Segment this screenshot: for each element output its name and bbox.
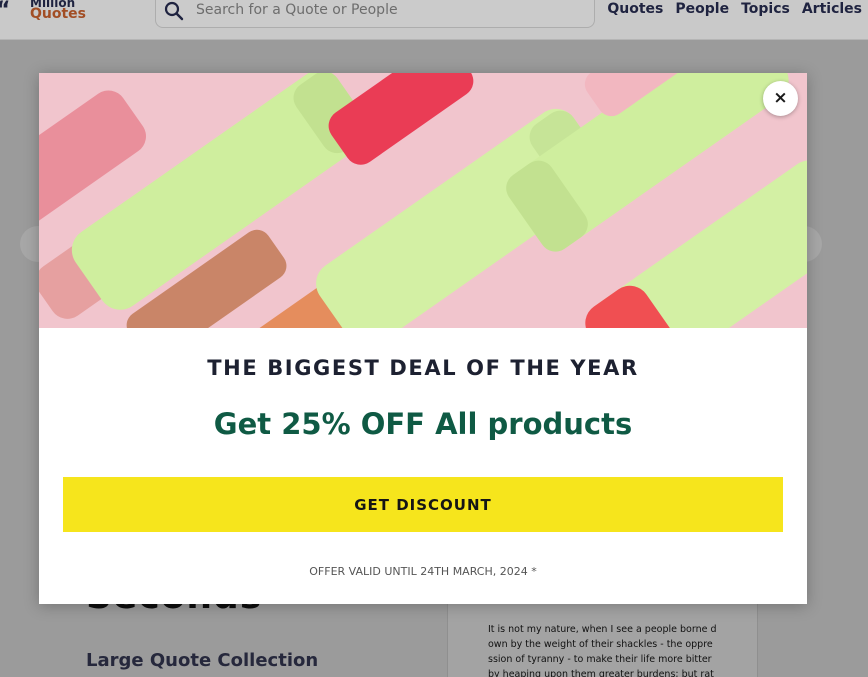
quote-card-text: It is not my nature, when I see a people…: [488, 624, 717, 677]
discount-title: Get 25% OFF All products: [213, 407, 633, 441]
main-nav: Quotes People Topics Articles: [607, 0, 862, 18]
product-photo: [39, 73, 807, 328]
nav-articles[interactable]: Articles: [802, 0, 862, 18]
deal-title: THE BIGGEST DEAL OF THE YEAR: [207, 356, 639, 380]
background-subheading: Large Quote Collection: [86, 650, 319, 671]
nav-people[interactable]: People: [675, 0, 729, 18]
site-header: “ Million Quotes Quotes People Topics Ar…: [0, 0, 868, 40]
quote-card[interactable]: It is not my nature, when I see a people…: [447, 603, 758, 677]
close-button[interactable]: ×: [763, 81, 798, 116]
logo-quotes-text: Quotes: [30, 6, 87, 22]
offer-validity-text: OFFER VALID UNTIL 24TH MARCH, 2024 *: [309, 565, 537, 578]
search-input[interactable]: [196, 1, 576, 19]
quote-mark-icon: “: [0, 0, 10, 23]
hero-image: ×: [39, 73, 807, 328]
close-icon: ×: [773, 88, 788, 108]
logo[interactable]: “ Million Quotes: [0, 0, 90, 28]
get-discount-button[interactable]: GET DISCOUNT: [63, 477, 783, 532]
nav-topics[interactable]: Topics: [741, 0, 790, 18]
nav-quotes[interactable]: Quotes: [607, 0, 663, 18]
search-icon[interactable]: [164, 1, 184, 21]
promo-modal: × THE BIGGEST DEAL OF THE YEAR Get 25% O…: [39, 73, 807, 604]
search-box[interactable]: [155, 0, 595, 28]
